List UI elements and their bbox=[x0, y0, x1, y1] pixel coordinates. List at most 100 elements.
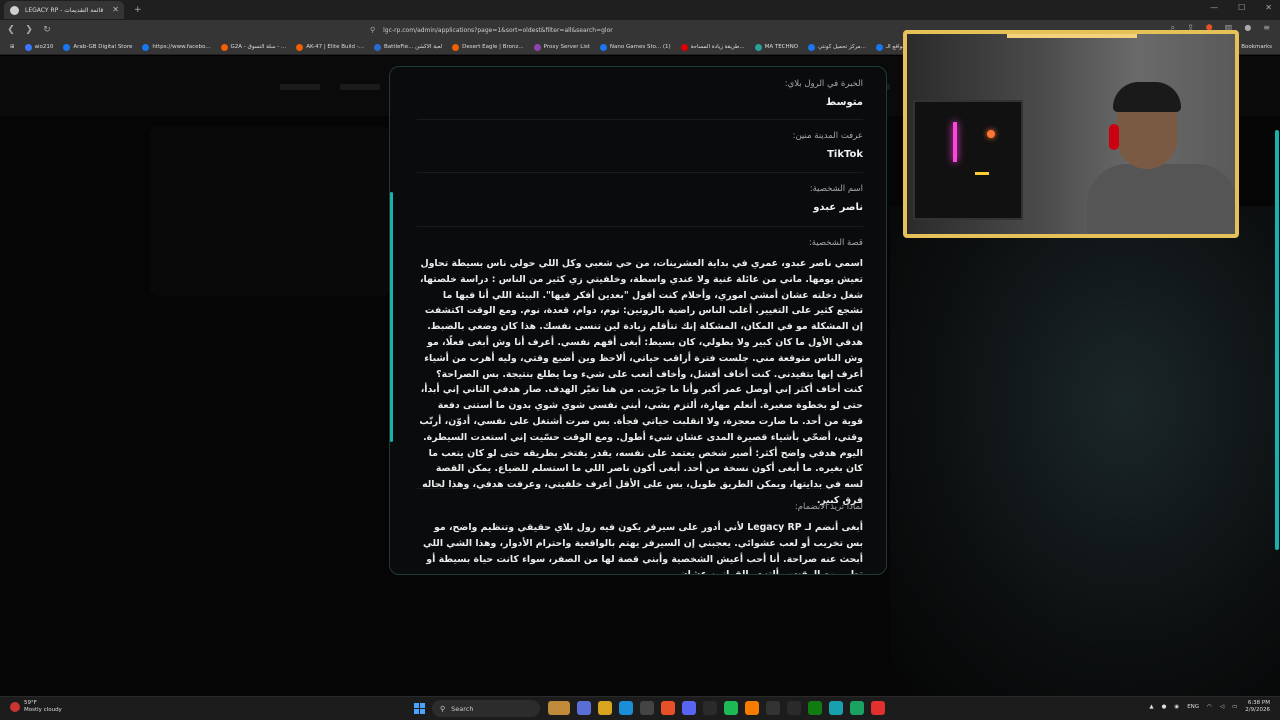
bookmark-item[interactable]: مركز تحميل كونتي... bbox=[808, 43, 866, 51]
tray-overflow-icon[interactable]: ▲ bbox=[1149, 704, 1153, 710]
windows-start-icon[interactable] bbox=[414, 703, 425, 714]
menu-icon[interactable]: ≡ bbox=[1263, 23, 1270, 33]
bookmark-item[interactable]: Proxy Server List bbox=[533, 43, 590, 51]
bookmark-favicon-icon bbox=[452, 43, 460, 51]
clock-time: 6:38 PM bbox=[1247, 700, 1270, 706]
wifi-icon[interactable]: ◠ bbox=[1207, 704, 1212, 710]
bookmark-label: BattleFie... لعبة الاكشن bbox=[384, 44, 443, 50]
modal-scrollbar[interactable] bbox=[390, 67, 393, 574]
profile-icon[interactable]: ● bbox=[1244, 23, 1251, 33]
app-icon[interactable] bbox=[766, 701, 780, 715]
app-icon[interactable] bbox=[703, 701, 717, 715]
bookmark-item[interactable]: MA TECHNO bbox=[754, 43, 799, 51]
bookmark-favicon-icon bbox=[296, 43, 304, 51]
bookmark-label: AK-47 | Elite Build -... bbox=[306, 44, 365, 50]
app-icon[interactable] bbox=[850, 701, 864, 715]
battery-icon[interactable]: ▭ bbox=[1232, 704, 1237, 710]
bookmark-item[interactable]: https://www.facebo... bbox=[142, 43, 211, 51]
modal-scroll-thumb[interactable] bbox=[390, 192, 393, 442]
window-controls: — ☐ ✕ bbox=[1210, 3, 1272, 12]
bookmark-label: Proxy Server List bbox=[543, 44, 590, 50]
bookmark-favicon-icon bbox=[599, 43, 607, 51]
search-placeholder: Search bbox=[451, 704, 474, 713]
tray-app-icon[interactable]: ● bbox=[1162, 704, 1167, 710]
taskbar-search[interactable]: ⚲ Search bbox=[432, 700, 540, 717]
bookmark-favicon-icon bbox=[24, 43, 32, 51]
edge-icon[interactable] bbox=[619, 701, 633, 715]
widgets-icon[interactable] bbox=[548, 701, 570, 715]
field-label: عرفت المدينة منين: bbox=[792, 131, 863, 141]
headset-icon bbox=[1109, 124, 1119, 150]
bookmark-favicon-icon bbox=[374, 43, 382, 51]
steam-icon[interactable] bbox=[787, 701, 801, 715]
file-explorer-icon[interactable] bbox=[598, 701, 612, 715]
back-icon[interactable]: ❮ bbox=[4, 25, 18, 35]
tray-mic-icon[interactable]: ◉ bbox=[1174, 704, 1179, 710]
bookmark-item[interactable]: طريقة زيادة المساحة... bbox=[680, 43, 745, 51]
field-character-story: قصة الشخصية: اسمي ناصر عبدو، عمري في بدا… bbox=[417, 227, 863, 506]
browser-tab-strip: LEGACY RP - قائمة التقديمات ✕ + — ☐ ✕ bbox=[0, 0, 1280, 20]
field-label: قصة الشخصية: bbox=[808, 238, 863, 248]
url-field[interactable]: ⚲ lgc-rp.com/admin/applications?page=1&s… bbox=[370, 23, 910, 37]
system-tray: ▲ ● ◉ ENG ◠ ◁ ▭ 6:38 PM 2/9/2026 bbox=[1149, 700, 1270, 714]
bookmark-item[interactable]: Desert Eagle | Bronz... bbox=[452, 43, 524, 51]
bookmark-favicon-icon bbox=[808, 43, 816, 51]
webcam-overlay bbox=[903, 30, 1239, 238]
bookmark-label: Desert Eagle | Bronz... bbox=[462, 44, 524, 50]
field-label: لماذا تريد الانضمام: bbox=[794, 502, 863, 512]
dimmed-card bbox=[150, 126, 390, 296]
bookmark-favicon-icon bbox=[63, 43, 71, 51]
bookmark-label: https://www.facebo... bbox=[152, 44, 211, 50]
bookmark-item[interactable]: Arab-GB Digital Store bbox=[63, 43, 133, 51]
task-view-icon[interactable] bbox=[577, 701, 591, 715]
forward-icon[interactable]: ❯ bbox=[22, 25, 36, 35]
page-scrollbar[interactable] bbox=[1275, 130, 1279, 550]
bookmark-label: MA TECHNO bbox=[764, 44, 799, 50]
reload-icon[interactable]: ↻ bbox=[40, 25, 54, 35]
store-icon[interactable] bbox=[640, 701, 654, 715]
pinned-apps bbox=[548, 701, 885, 715]
weather-icon bbox=[10, 702, 20, 712]
field-source: عرفت المدينة منين: TikTok bbox=[417, 120, 863, 173]
language-indicator[interactable]: ENG bbox=[1187, 704, 1199, 710]
maximize-icon[interactable]: ☐ bbox=[1238, 3, 1245, 12]
search-icon: ⚲ bbox=[440, 704, 446, 713]
field-value: ناصر عبدو bbox=[813, 202, 863, 213]
bookmark-favicon-icon bbox=[220, 43, 228, 51]
tab-title: LEGACY RP - قائمة التقديمات bbox=[25, 6, 104, 14]
modal-content: الخبرة في الرول بلاي: متوسط عرفت المدينة… bbox=[417, 67, 863, 575]
url-text: lgc-rp.com/admin/applications?page=1&sor… bbox=[383, 26, 613, 34]
character-story-text: اسمي ناصر عبدو، عمري في بداية العشرينات،… bbox=[419, 258, 863, 506]
bookmark-label: Arab-GB Digital Store bbox=[73, 44, 133, 50]
bookmark-item[interactable]: aio210 bbox=[24, 43, 53, 51]
webcam-frame-accent bbox=[1007, 34, 1137, 38]
bookmark-label: طريقة زيادة المساحة... bbox=[690, 44, 745, 50]
new-tab-icon[interactable]: + bbox=[134, 5, 142, 15]
discord-icon[interactable] bbox=[682, 701, 696, 715]
close-tab-icon[interactable]: ✕ bbox=[112, 5, 119, 14]
bookmark-favicon-icon bbox=[533, 43, 541, 51]
clock[interactable]: 6:38 PM 2/9/2026 bbox=[1245, 700, 1270, 714]
xbox-icon[interactable] bbox=[808, 701, 822, 715]
browser-tab[interactable]: LEGACY RP - قائمة التقديمات ✕ bbox=[4, 1, 124, 19]
app-icon[interactable] bbox=[871, 701, 885, 715]
webcam-person-hair bbox=[1113, 82, 1181, 112]
why-join-text: أبغى أنضم لـ Legacy RP لأني أدور على سير… bbox=[422, 522, 863, 575]
bookmark-item[interactable]: Nano Games Sto... (1) bbox=[599, 43, 671, 51]
clock-date: 2/9/2026 bbox=[1245, 707, 1270, 713]
bookmark-item[interactable]: G2A - سلة التسوق - ... bbox=[220, 43, 286, 51]
app-icon[interactable] bbox=[745, 701, 759, 715]
app-icon[interactable] bbox=[829, 701, 843, 715]
weather-widget[interactable]: 59°F Mostly cloudy bbox=[10, 700, 62, 714]
close-window-icon[interactable]: ✕ bbox=[1265, 3, 1272, 12]
bookmark-item[interactable]: BattleFie... لعبة الاكشن bbox=[374, 43, 443, 51]
volume-icon[interactable]: ◁ bbox=[1220, 704, 1224, 710]
bookmark-item[interactable]: AK-47 | Elite Build -... bbox=[296, 43, 365, 51]
bookmark-favicon-icon bbox=[142, 43, 150, 51]
brave-icon[interactable] bbox=[661, 701, 675, 715]
field-label: اسم الشخصية: bbox=[809, 184, 863, 194]
bookmark-label: Nano Games Sto... (1) bbox=[609, 44, 671, 50]
site-info-icon[interactable]: ⚲ bbox=[370, 26, 375, 34]
spotify-icon[interactable] bbox=[724, 701, 738, 715]
minimize-icon[interactable]: — bbox=[1210, 3, 1218, 12]
